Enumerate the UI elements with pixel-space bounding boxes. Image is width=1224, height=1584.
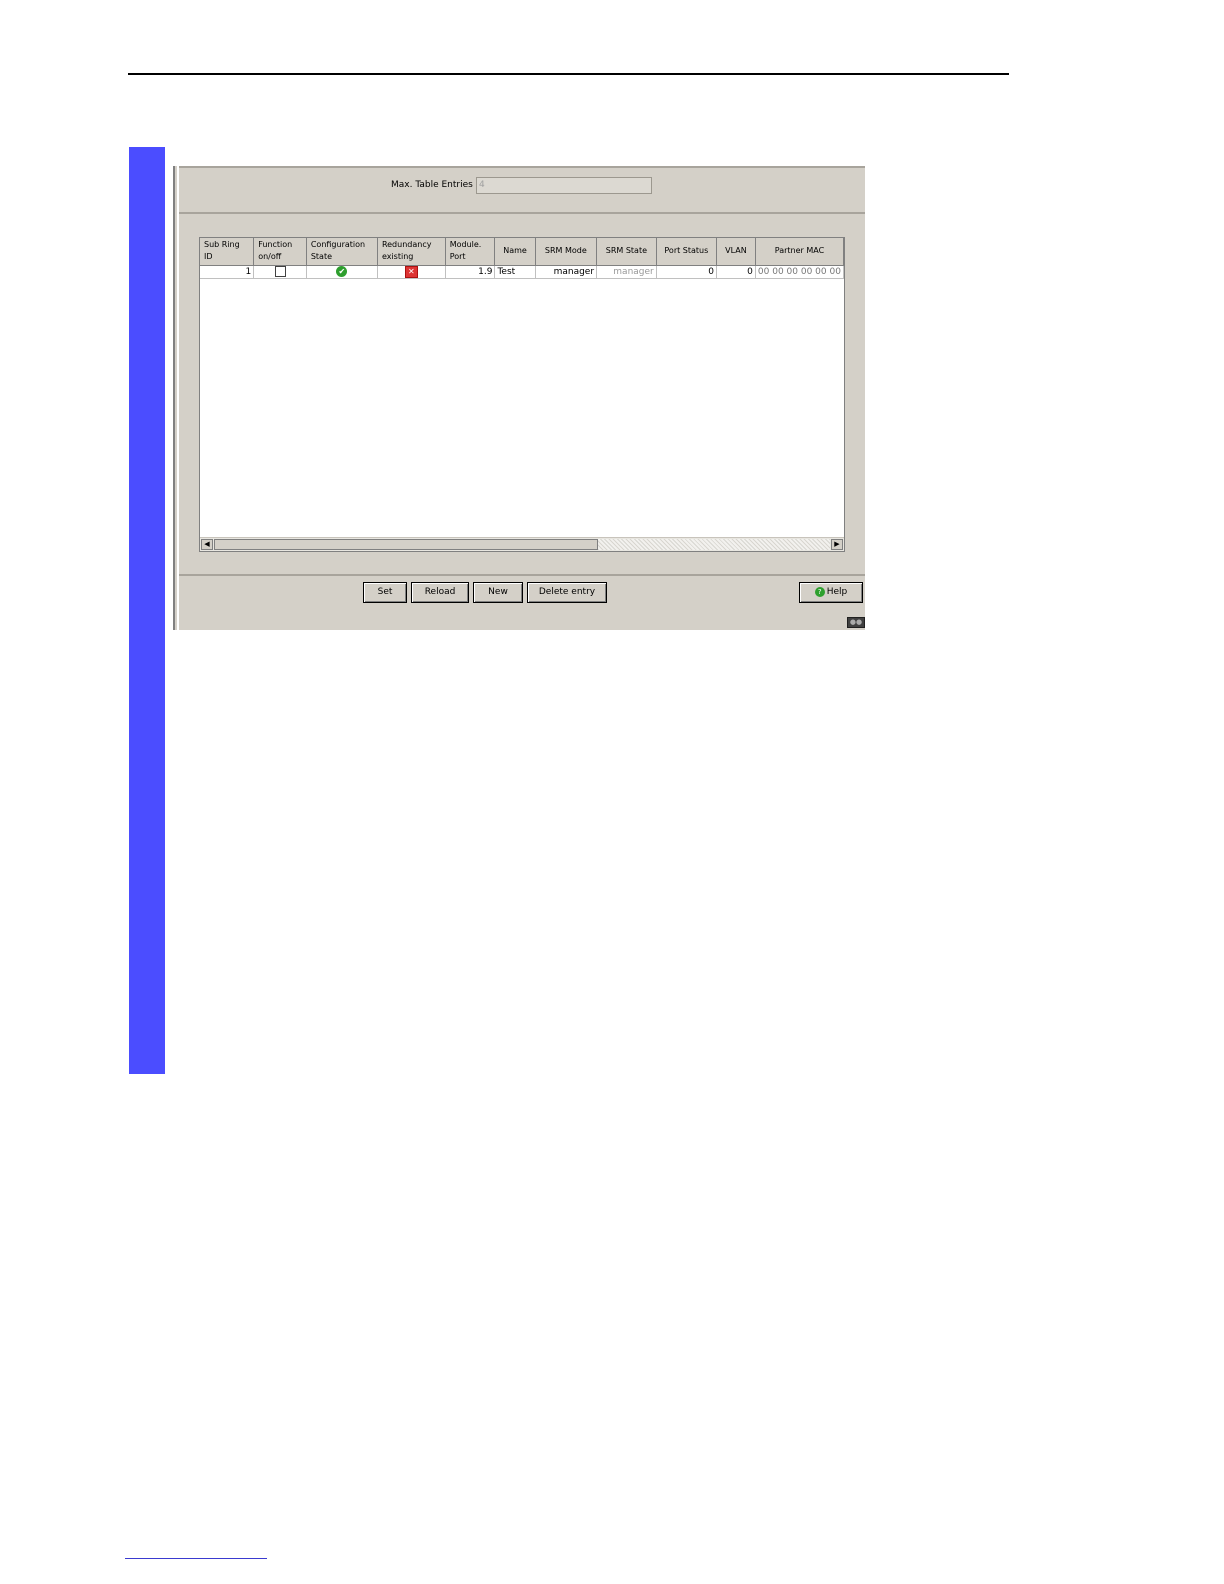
delete-entry-button[interactable]: Delete entry [527,582,607,603]
connection-status-icon: ●● [847,617,865,628]
help-label: Help [826,587,848,597]
table-row[interactable]: 1 ✔ ✕ 1.9 Test manager manager 0 0 00 00… [200,265,844,279]
col-sub-ring-id[interactable]: Sub Ring ID [200,238,255,266]
set-button[interactable]: Set [363,582,407,603]
help-icon: ? [814,586,825,597]
col-partner-mac[interactable]: Partner MAC [755,238,844,266]
cell-port-status: 0 [656,265,717,279]
col-function[interactable]: Function on/off [253,238,307,266]
cell-srm-mode[interactable]: manager [535,265,598,279]
col-configuration-state[interactable]: Configuration State [306,238,378,266]
col-port-status[interactable]: Port Status [656,238,717,266]
col-vlan[interactable]: VLAN [716,238,756,266]
max-entries-label: Max. Table Entries [391,180,473,190]
scroll-thumb[interactable] [214,539,598,550]
check-circle-icon: ✔ [336,266,348,277]
sub-ring-table: Sub Ring ID Function on/off Configuration S… [199,237,845,552]
cell-srm-state: manager [596,265,657,279]
reload-button[interactable]: Reload [411,582,469,603]
col-redundancy-existing[interactable]: Redundancy existing [377,238,446,266]
cell-name[interactable]: Test [494,265,536,279]
scroll-left-arrow-icon[interactable]: ◀ [201,539,213,550]
cell-partner-mac: 00 00 00 00 00 00 [755,265,844,279]
col-srm-state[interactable]: SRM State [596,238,657,266]
horizontal-scrollbar[interactable]: ◀ ▶ [200,537,844,551]
col-name[interactable]: Name [494,238,536,266]
side-bar [129,147,165,1074]
cell-sub-ring-id[interactable]: 1 [200,265,255,279]
table-header-row: Sub Ring ID Function on/off Configuration S… [200,238,844,266]
cell-redundancy-existing: ✕ [377,265,446,279]
cell-function[interactable] [253,265,307,279]
function-checkbox[interactable] [274,266,286,277]
scroll-track[interactable] [598,539,830,550]
footer-link-underline [125,1558,267,1559]
new-button[interactable]: New [473,582,523,603]
red-x-icon: ✕ [404,265,418,277]
cell-vlan[interactable]: 0 [716,265,756,279]
scroll-right-arrow-icon[interactable]: ▶ [831,539,843,550]
help-button[interactable]: ? Help [799,582,863,603]
dialog-window: Max. Table Entries 4 Sub Ring ID Function… [173,166,865,630]
max-entries-field: 4 [476,177,652,194]
top-rule [128,73,1009,75]
cell-module-port[interactable]: 1.9 [445,265,496,279]
col-module-port[interactable]: Module. Port [445,238,496,266]
button-bar: Set Reload New Delete entry ? Help ●● [179,574,865,630]
max-entries-panel: Max. Table Entries 4 [179,166,865,214]
table-grid: Sub Ring ID Function on/off Configuration S… [200,238,844,279]
cell-configuration-state: ✔ [306,265,378,279]
col-srm-mode[interactable]: SRM Mode [535,238,598,266]
